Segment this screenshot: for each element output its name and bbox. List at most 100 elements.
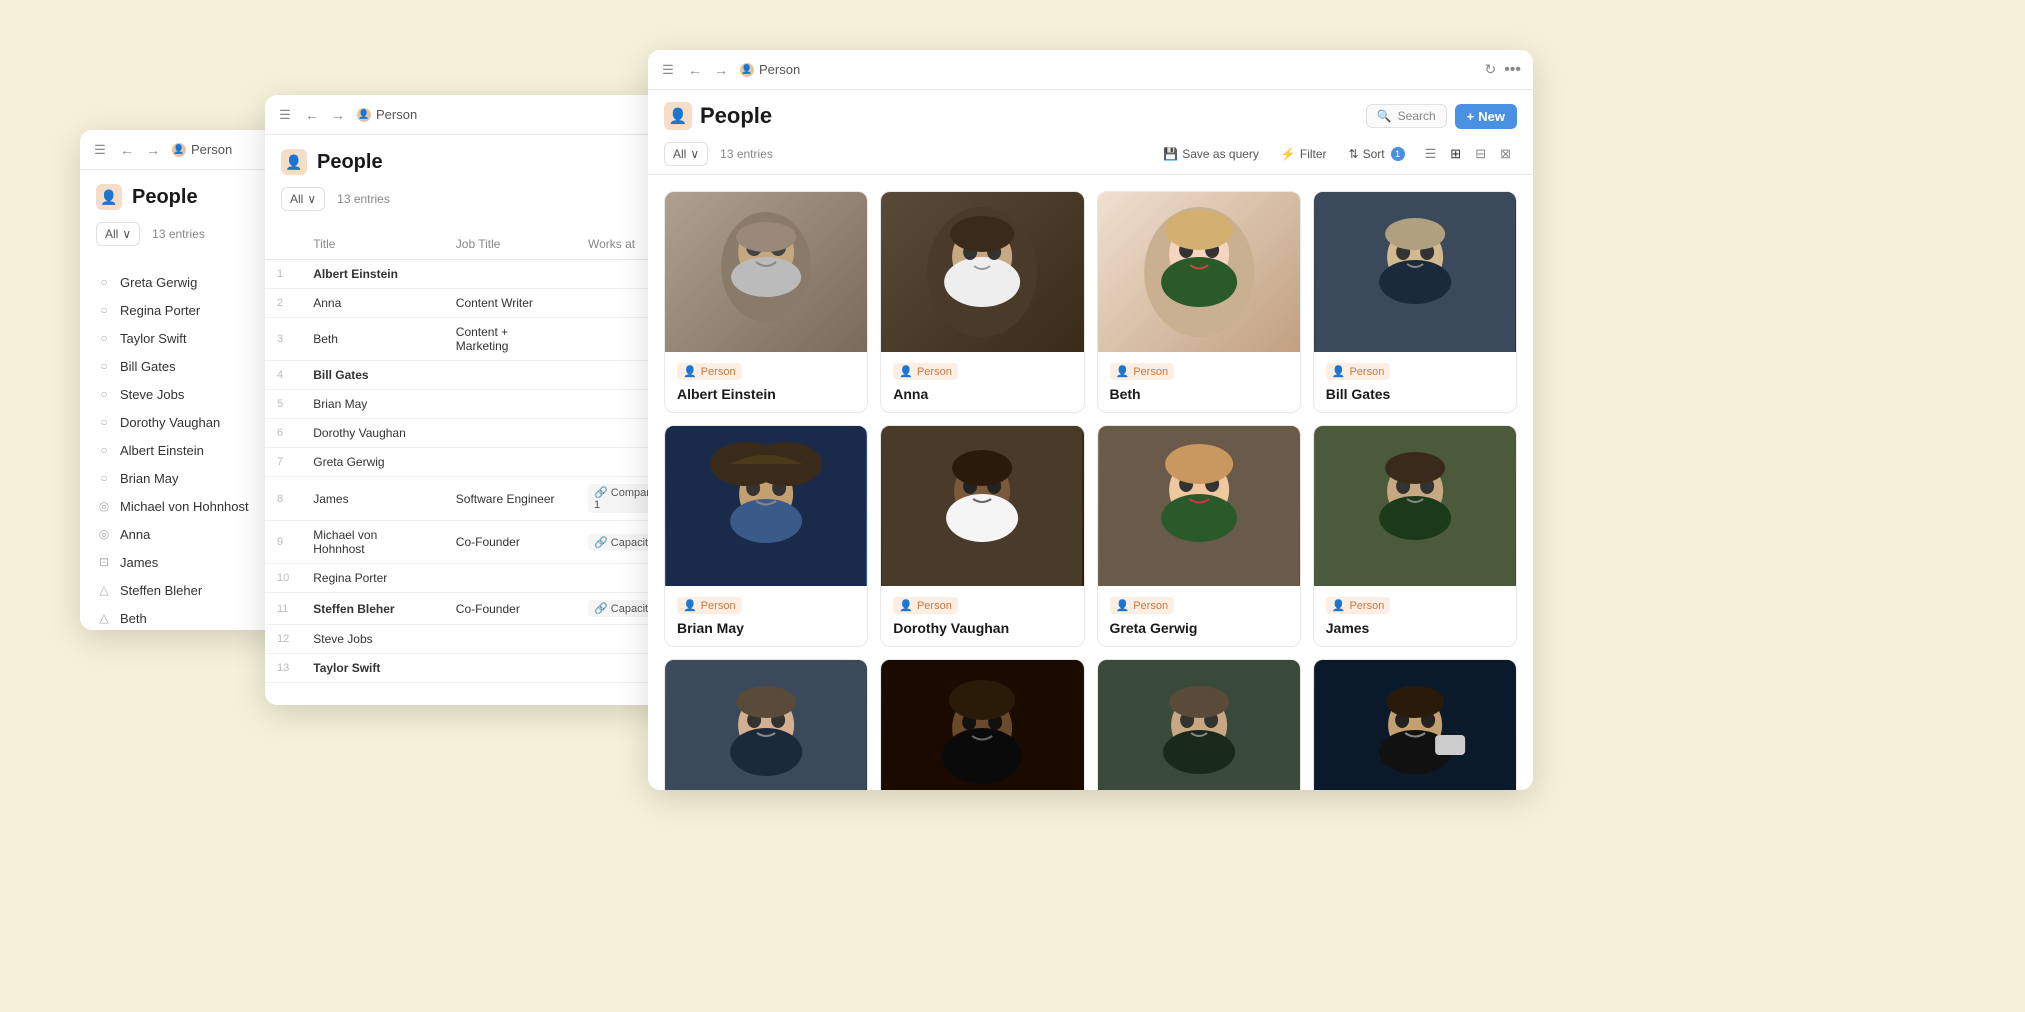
gallery-card-regina[interactable]: 👤 Person Regina Porter bbox=[880, 659, 1084, 790]
person-avatar-svg bbox=[881, 426, 1083, 586]
card-name: Dorothy Vaughan bbox=[893, 620, 1071, 636]
row-job bbox=[444, 390, 576, 419]
person-tag-icon: 👤 bbox=[1116, 365, 1130, 378]
table-row[interactable]: 12 Steve Jobs bbox=[265, 625, 685, 654]
page-icon: 👤 bbox=[281, 149, 307, 175]
row-job: Co-Founder bbox=[444, 593, 576, 625]
table-row[interactable]: 10 Regina Porter bbox=[265, 564, 685, 593]
table-row[interactable]: 7 Greta Gerwig bbox=[265, 448, 685, 477]
gallery-card-steve[interactable]: 👤 Person Steve Jobs bbox=[1313, 659, 1517, 790]
row-job bbox=[444, 654, 576, 683]
card-body: 👤 Person Bill Gates bbox=[1314, 352, 1516, 412]
card-tag: 👤 Person bbox=[677, 597, 742, 614]
row-number: 13 bbox=[265, 654, 301, 683]
filter-button[interactable]: ⚡ Filter bbox=[1273, 143, 1335, 165]
sort-button[interactable]: ⇅ Sort 1 bbox=[1341, 143, 1413, 165]
nav-buttons: ← → bbox=[116, 140, 164, 160]
gallery-card-steffen[interactable]: 👤 Person Steffen Bleher bbox=[1097, 659, 1301, 790]
card-image-greta bbox=[1098, 426, 1300, 586]
filter-all-btn[interactable]: All ∨ bbox=[281, 187, 325, 211]
row-number: 6 bbox=[265, 419, 301, 448]
row-title: James bbox=[301, 477, 444, 521]
entries-count: 13 entries bbox=[337, 192, 390, 206]
card-image-bill bbox=[1314, 192, 1516, 352]
window-table: ☰ ← → 👤 Person 👤 People All ∨ 13 entries bbox=[265, 95, 685, 705]
card-image-einstein bbox=[665, 192, 867, 352]
row-number: 4 bbox=[265, 361, 301, 390]
gallery-card-beth[interactable]: 👤 Person Beth bbox=[1097, 191, 1301, 413]
table-view-btn[interactable]: ⊠ bbox=[1494, 142, 1517, 166]
person-avatar-svg bbox=[1314, 192, 1516, 352]
row-number: 1 bbox=[265, 260, 301, 289]
col-jobtitle: Job Title bbox=[444, 229, 576, 260]
win3-header: 👤 People 🔍 Search + New bbox=[648, 90, 1533, 138]
person-name: Brian May bbox=[120, 471, 179, 486]
person-avatar-svg bbox=[1314, 660, 1516, 790]
breadcrumb-label: Person bbox=[191, 142, 232, 157]
card-tag: 👤 Person bbox=[1110, 363, 1175, 380]
save-icon: 💾 bbox=[1163, 147, 1178, 161]
table-row[interactable]: 11 Steffen Bleher Co-Founder 🔗 Capacitie… bbox=[265, 593, 685, 625]
card-image-beth bbox=[1098, 192, 1300, 352]
list-icon[interactable]: ☰ bbox=[92, 142, 108, 158]
filter-all-btn[interactable]: All ∨ bbox=[96, 222, 140, 246]
page-title: People bbox=[132, 186, 198, 209]
gallery-card-bill[interactable]: 👤 Person Bill Gates bbox=[1313, 191, 1517, 413]
person-name: Michael von Hohnhost bbox=[120, 499, 249, 514]
person-icon: ◎ bbox=[96, 526, 112, 542]
gallery-card-james[interactable]: 👤 Person James bbox=[1313, 425, 1517, 647]
forward-button[interactable]: → bbox=[710, 60, 732, 80]
new-button[interactable]: + New bbox=[1455, 104, 1517, 129]
table-row[interactable]: 9 Michael von Hohnhost Co-Founder 🔗 Capa… bbox=[265, 521, 685, 564]
table-row[interactable]: 2 Anna Content Writer bbox=[265, 289, 685, 318]
save-as-query-button[interactable]: 💾 Save as query bbox=[1155, 143, 1267, 165]
forward-button[interactable]: → bbox=[142, 140, 164, 160]
table-row[interactable]: 3 Beth Content + Marketing bbox=[265, 318, 685, 361]
gallery-card-greta[interactable]: 👤 Person Greta Gerwig bbox=[1097, 425, 1301, 647]
list-icon[interactable]: ☰ bbox=[277, 107, 293, 123]
person-name: Bill Gates bbox=[120, 359, 176, 374]
table-row[interactable]: 6 Dorothy Vaughan bbox=[265, 419, 685, 448]
back-button[interactable]: ← bbox=[684, 60, 706, 80]
refresh-button[interactable]: ↻ bbox=[1484, 61, 1496, 78]
list-icon[interactable]: ☰ bbox=[660, 62, 676, 78]
person-avatar-svg bbox=[665, 426, 867, 586]
table-row[interactable]: 1 Albert Einstein bbox=[265, 260, 685, 289]
person-name: James bbox=[120, 555, 158, 570]
board-view-btn[interactable]: ⊟ bbox=[1469, 142, 1492, 166]
card-image-james bbox=[1314, 426, 1516, 586]
back-button[interactable]: ← bbox=[301, 105, 323, 125]
back-button[interactable]: ← bbox=[116, 140, 138, 160]
filter-all-btn[interactable]: All ∨ bbox=[664, 142, 708, 166]
more-button[interactable]: ••• bbox=[1504, 61, 1521, 79]
search-icon: 🔍 bbox=[1377, 109, 1392, 123]
win3-header-right: 🔍 Search + New bbox=[1366, 104, 1517, 129]
gallery-card-einstein[interactable]: 👤 Person Albert Einstein bbox=[664, 191, 868, 413]
gallery-card-michael[interactable]: 👤 Person Michael von Hohnhost bbox=[664, 659, 868, 790]
person-avatar-svg bbox=[665, 660, 867, 790]
gallery-card-dorothy[interactable]: 👤 Person Dorothy Vaughan bbox=[880, 425, 1084, 647]
card-tag: 👤 Person bbox=[893, 597, 958, 614]
row-job bbox=[444, 448, 576, 477]
table-row[interactable]: 13 Taylor Swift bbox=[265, 654, 685, 683]
table-row[interactable]: 5 Brian May bbox=[265, 390, 685, 419]
search-bar[interactable]: 🔍 Search bbox=[1366, 104, 1447, 128]
list-view-btn[interactable]: ☰ bbox=[1419, 142, 1443, 166]
row-number: 11 bbox=[265, 593, 301, 625]
col-num bbox=[265, 229, 301, 260]
people-table: Title Job Title Works at 1 Albert Einste… bbox=[265, 229, 685, 683]
gallery-card-brian[interactable]: 👤 Person Brian May bbox=[664, 425, 868, 647]
table-row[interactable]: 4 Bill Gates bbox=[265, 361, 685, 390]
row-number: 12 bbox=[265, 625, 301, 654]
win2-toolbar: All ∨ 13 entries bbox=[281, 187, 669, 219]
gallery-view-btn[interactable]: ⊞ bbox=[1444, 142, 1467, 166]
gallery-card-anna[interactable]: 👤 Person Anna bbox=[880, 191, 1084, 413]
person-icon: ○ bbox=[96, 330, 112, 346]
forward-button[interactable]: → bbox=[327, 105, 349, 125]
breadcrumb-label: Person bbox=[759, 62, 800, 77]
person-icon: ⊡ bbox=[96, 554, 112, 570]
win3-toolbar: All ∨ 13 entries 💾 Save as query ⚡ Filte… bbox=[648, 138, 1533, 175]
row-title: Greta Gerwig bbox=[301, 448, 444, 477]
card-body: 👤 Person Albert Einstein bbox=[665, 352, 867, 412]
table-row[interactable]: 8 James Software Engineer 🔗 Company 1 bbox=[265, 477, 685, 521]
